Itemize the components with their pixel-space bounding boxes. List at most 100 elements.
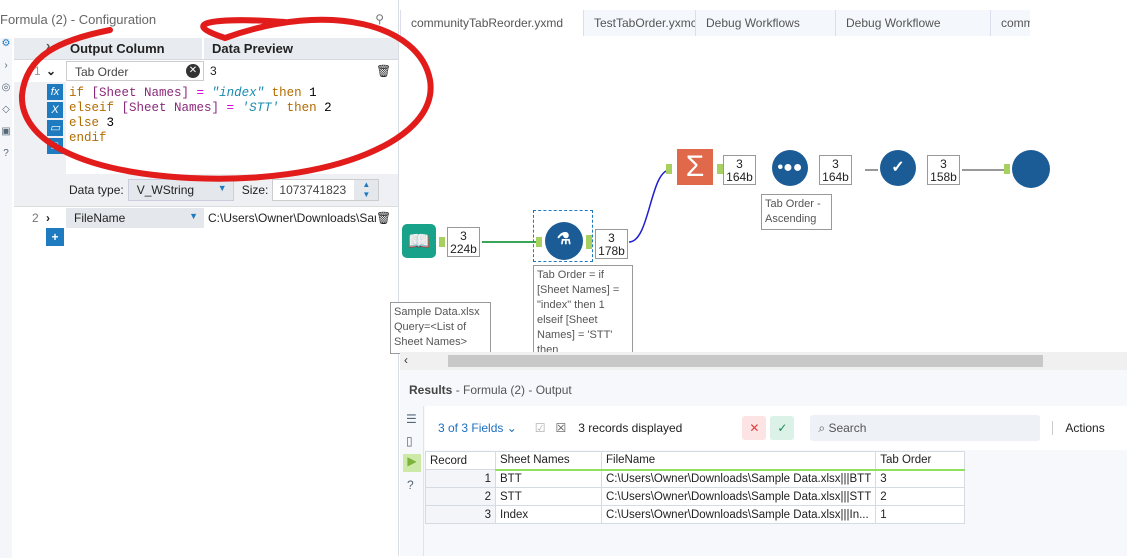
chevron-icon[interactable]: › (0, 60, 12, 82)
table-cell[interactable]: C:\Users\Owner\Downloads\Sample Data.xls… (600, 505, 877, 524)
config-sidebar: ⚙ › ◎ ◇ ▣? (0, 38, 12, 558)
output-column-select[interactable]: FileName ▼ (66, 207, 204, 228)
data-type-label: Data type: (69, 183, 124, 197)
record-badge: 3 158b (927, 155, 960, 185)
trash-icon[interactable]: 🗑 (376, 211, 396, 225)
workflow-canvas[interactable]: 📖 3 224b Sample Data.xlsx Query=<List of … (390, 36, 1127, 355)
pin-icon[interactable]: ⚲ (375, 12, 384, 26)
folder-icon[interactable]: ▭ (47, 120, 63, 136)
column-header[interactable]: Sheet Names (495, 451, 602, 471)
data-type-select[interactable]: V_WString ▼ (127, 179, 234, 201)
output-column-field[interactable]: Tab Order ✕ (66, 61, 204, 81)
expression-token: = (219, 101, 242, 115)
add-field-button[interactable]: + (46, 228, 64, 246)
input-data-icon[interactable]: 📖 (402, 224, 436, 258)
help-icon[interactable]: ? (400, 476, 423, 494)
fields-dropdown[interactable]: 3 of 3 Fields ⌄ (438, 421, 517, 435)
table-cell[interactable]: C:\Users\Owner\Downloads\Sample Data.xls… (600, 487, 877, 506)
grid-header: › Output Column Data Preview (14, 38, 398, 60)
formula-grid: › Output Column Data Preview 1 ⌄ Tab Ord… (14, 38, 398, 248)
tab-workflow[interactable]: communityTabReorder.yxmd (400, 10, 583, 36)
collapse-chevron-icon[interactable]: ⌄ (46, 64, 66, 78)
add-row-area: + (14, 228, 398, 248)
expression-token: then (264, 86, 310, 100)
record-badge: 3 164b (723, 155, 756, 185)
summarize-icon[interactable]: Σ (677, 149, 713, 185)
column-header[interactable]: Record (425, 451, 496, 470)
tab-workflow[interactable]: commi (990, 10, 1030, 36)
sort-tool-icon[interactable]: •●● (772, 150, 808, 186)
output-tool-icon[interactable] (1012, 150, 1050, 188)
size-stepper-icon[interactable]: ▲ ▼ (354, 180, 379, 200)
list-icon[interactable]: ☰ (400, 406, 423, 432)
expression-token: else (69, 116, 107, 130)
tab-workflow[interactable]: Debug Workflows (695, 10, 835, 36)
checkbox-icon[interactable]: ☑ (535, 421, 546, 435)
row-number: 1 (34, 64, 41, 78)
scrollbar-thumb[interactable] (448, 355, 1043, 367)
table-cell[interactable]: BTT (495, 469, 602, 488)
search-input[interactable]: ⌕ Search (810, 415, 1041, 441)
clear-icon[interactable]: ✕ (186, 64, 200, 78)
table-row[interactable]: 3 Index C:\Users\Owner\Downloads\Sample Da… (425, 505, 966, 524)
search-icon: ⌕ (818, 421, 826, 435)
gear-icon[interactable]: ⚙ (0, 38, 12, 60)
output-column-value: FileName (74, 210, 126, 225)
table-cell[interactable]: C:\Users\Owner\Downloads\Sample Data.xls… (600, 469, 877, 488)
data-type-value: V_WString (136, 183, 195, 197)
config-title: Formula (2) - Configuration (0, 12, 157, 27)
record-badge: 3 178b (595, 229, 628, 259)
box-icon[interactable]: ▣ (0, 126, 12, 148)
table-cell[interactable]: 3 (425, 505, 496, 524)
connection-icon[interactable]: ◎ (0, 82, 12, 104)
expression-editor[interactable]: if [Sheet Names] = "index" then 1 elseif … (66, 82, 398, 174)
variable-icon[interactable]: X (47, 102, 63, 118)
expression-token: [Sheet Names] (121, 101, 220, 115)
formula-row-2[interactable]: 2 › FileName ▼ C:\Users\Owner\Downloads\S… (14, 206, 398, 228)
formula-row-1[interactable]: 1 ⌄ Tab Order ✕ 3 🗑 (14, 60, 398, 82)
expression-line: endif (69, 131, 395, 146)
results-toolbar: 3 of 3 Fields ⌄ ☑ ☒ 3 records displayed … (425, 406, 1127, 450)
dropdown-icon: ▼ (189, 210, 198, 221)
expand-chevron-icon[interactable]: › (46, 211, 66, 225)
table-cell[interactable]: 3 (875, 469, 966, 488)
table-cell[interactable]: 1 (875, 505, 966, 524)
table-cell[interactable]: 1 (425, 469, 496, 488)
output-column-header: Output Column (66, 38, 204, 59)
accept-button[interactable]: ✓ (770, 416, 795, 440)
table-cell[interactable]: 2 (425, 487, 496, 506)
save-icon[interactable]: □ (47, 138, 63, 154)
function-icon[interactable]: fx (47, 84, 63, 100)
expression-line: else 3 (69, 116, 395, 131)
uncheck-icon[interactable]: ☒ (556, 421, 567, 435)
trash-icon[interactable]: 🗑 (376, 64, 396, 78)
connection-line (628, 169, 671, 243)
reject-button[interactable]: ✕ (742, 416, 767, 440)
table-row[interactable]: 2 STT C:\Users\Owner\Downloads\Sample Data… (425, 487, 966, 506)
size-value: 1073741823 (279, 183, 347, 197)
select-tool-icon[interactable]: ✓ (880, 150, 916, 186)
record-badge: 3 224b (447, 227, 480, 257)
table-row[interactable]: 1 BTT C:\Users\Owner\Downloads\Sample Data… (425, 469, 966, 488)
help-icon[interactable]: ? (0, 148, 12, 170)
tab-workflow[interactable]: TestTabOrder.yxmc (583, 10, 695, 36)
actions-menu[interactable]: Actions (1052, 421, 1105, 435)
table-cell[interactable]: Index (495, 505, 602, 524)
column-header[interactable]: Tab Order (875, 451, 966, 471)
expression-line: elseif [Sheet Names] = 'STT' then 2 (69, 101, 395, 116)
metadata-icon[interactable]: ▯ (400, 432, 423, 450)
formula-tool-icon[interactable]: ⚗ (545, 222, 583, 260)
output-column-value: Tab Order (75, 65, 129, 79)
table-cell[interactable]: 2 (875, 487, 966, 506)
row-number: 2 (32, 210, 39, 225)
size-input[interactable]: 1073741823 ▲ ▼ (272, 179, 380, 201)
tag-icon[interactable]: ◇ (0, 104, 12, 126)
data-tag-icon[interactable]: ▶ (403, 454, 421, 472)
expression-token: elseif (69, 101, 122, 115)
scroll-left-icon[interactable]: ‹ (404, 353, 408, 367)
tab-workflow[interactable]: Debug Workflowe (835, 10, 990, 36)
horizontal-scrollbar[interactable]: ‹ (400, 352, 1127, 370)
table-cell[interactable]: STT (495, 487, 602, 506)
record-badge: 3 164b (819, 155, 852, 185)
column-header[interactable]: FileName (600, 451, 877, 471)
